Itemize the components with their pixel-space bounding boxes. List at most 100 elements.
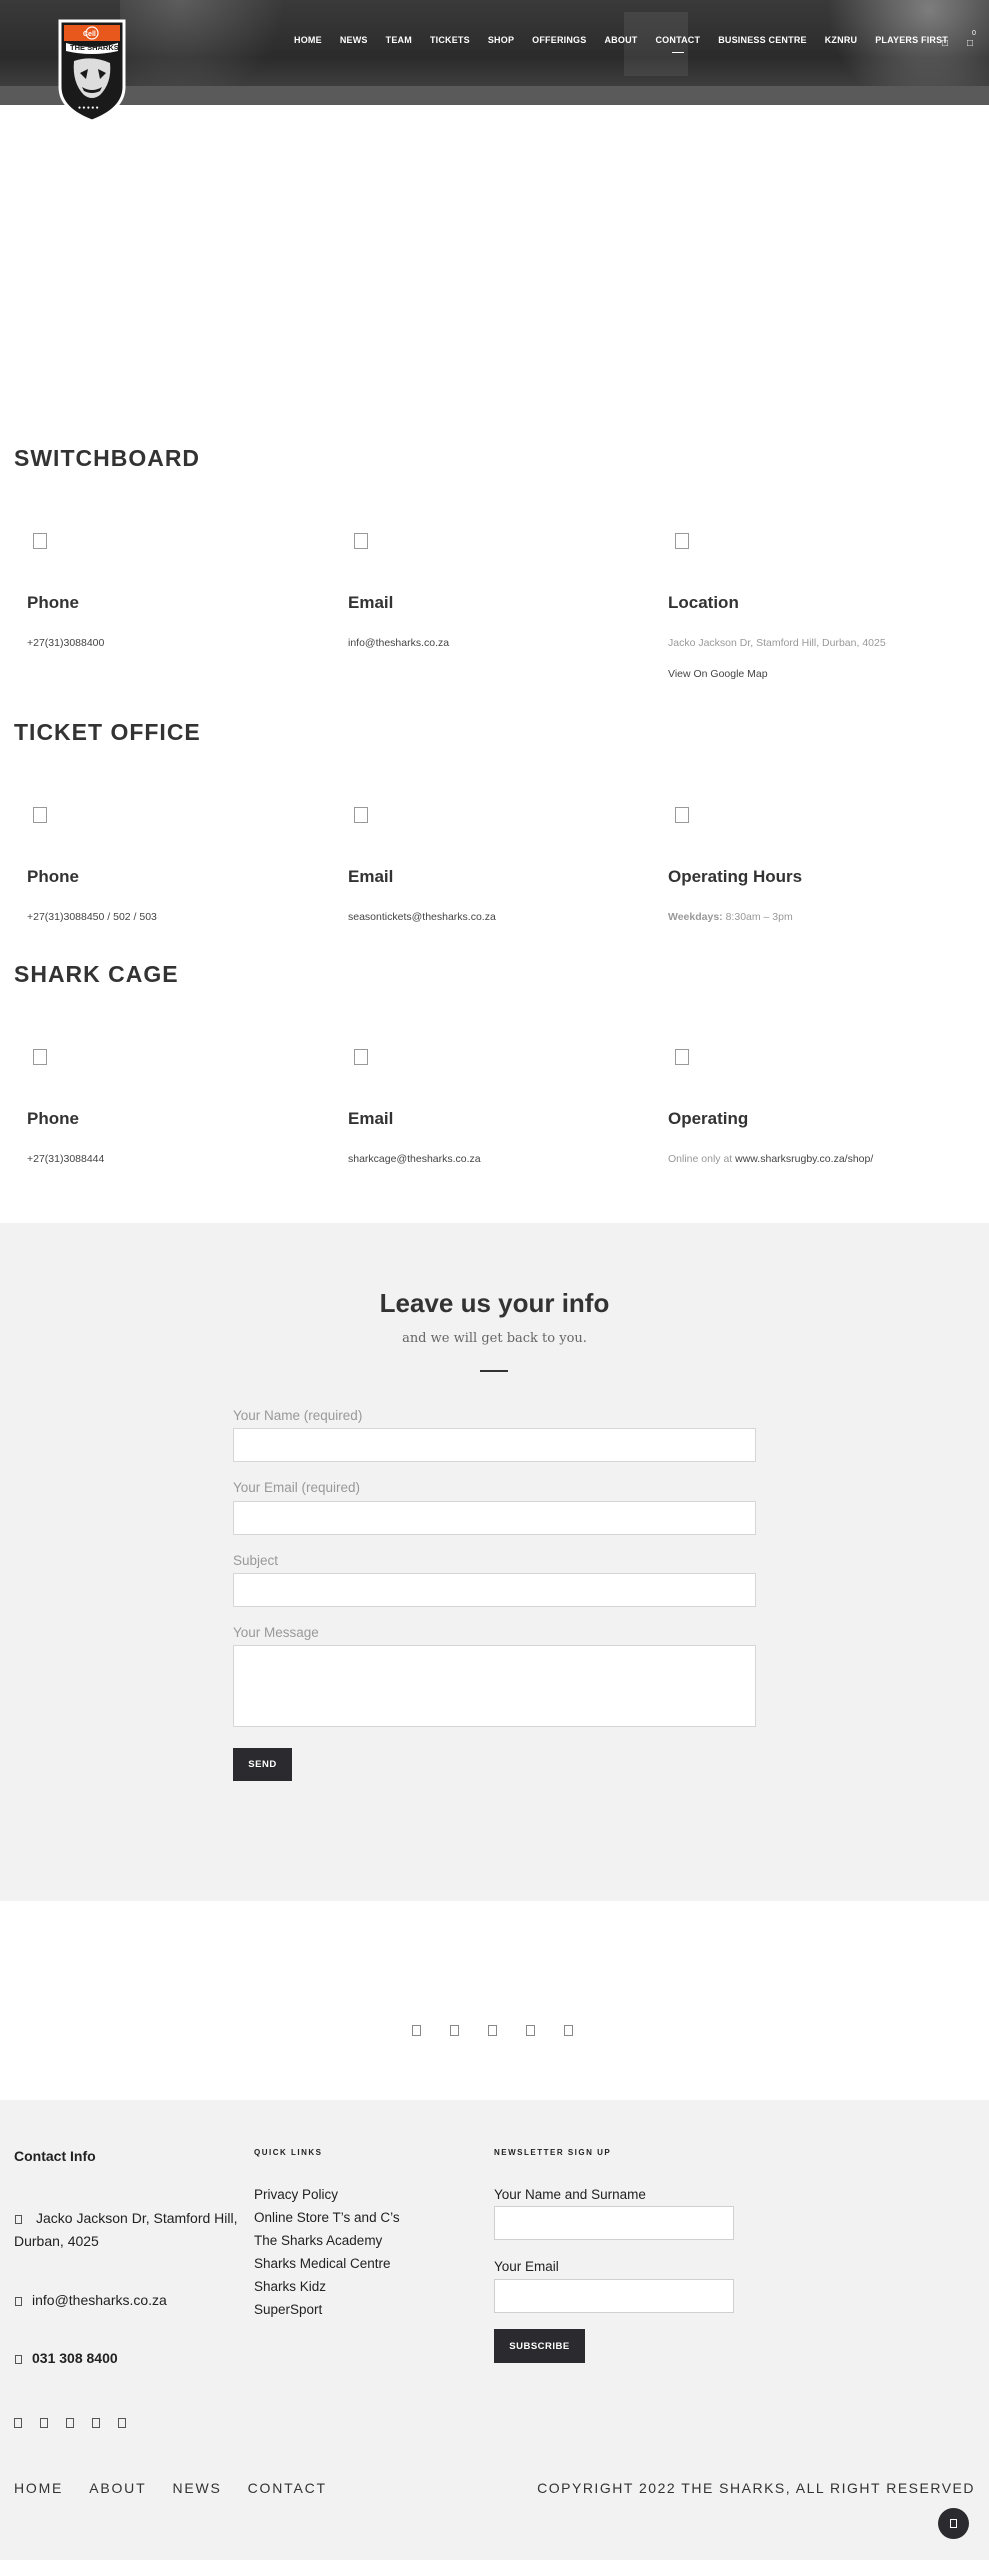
send-button[interactable]: SEND: [233, 1748, 292, 1781]
copyright-text: COPYRIGHT 2022 THE SHARKS, ALL RIGHT RES…: [537, 2480, 975, 2496]
link-online-store-terms[interactable]: Online Store T’s and C’s: [254, 2210, 400, 2225]
link-sharks-medical-centre[interactable]: Sharks Medical Centre: [254, 2256, 391, 2271]
section-title-shark-cage: SHARK CAGE: [14, 961, 179, 987]
footer-nav-contact[interactable]: CONTACT: [248, 2480, 327, 2496]
ticket-office-phone[interactable]: +27(31)3088450 / 502 / 503: [27, 911, 157, 923]
site-header: HOME NEWS TEAM TICKETS SHOP OFFERINGS AB…: [0, 0, 989, 105]
message-label: Your Message: [233, 1625, 319, 1640]
nav-team[interactable]: TEAM: [377, 34, 421, 46]
arrow-up-icon: [950, 2519, 957, 2528]
form-title: Leave us your info: [379, 1288, 610, 1318]
form-divider: [480, 1370, 508, 1372]
link-privacy-policy[interactable]: Privacy Policy: [254, 2187, 338, 2202]
newsletter-name-input[interactable]: [494, 2206, 734, 2240]
svg-text:● ● ● ● ●: ● ● ● ● ●: [78, 105, 99, 111]
envelope-icon: [15, 2297, 22, 2306]
newsletter-heading: NEWSLETTER SIGN UP: [494, 2148, 612, 2157]
weekdays-hours: 8:30am – 3pm: [725, 911, 793, 923]
link-sharks-academy[interactable]: The Sharks Academy: [254, 2233, 382, 2248]
sharks-logo[interactable]: Cell THE SHARKS ● ● ● ● ●: [56, 17, 128, 123]
nav-tickets[interactable]: TICKETS: [421, 34, 479, 46]
name-input[interactable]: [233, 1428, 756, 1462]
footer-email[interactable]: info@thesharks.co.za: [32, 2289, 167, 2312]
phone-icon: [33, 533, 47, 549]
linkedin-icon[interactable]: [564, 2025, 573, 2036]
section-title-switchboard: SWITCHBOARD: [14, 445, 201, 471]
shop-link[interactable]: www.sharksrugby.co.za/shop/: [735, 1153, 873, 1165]
instagram-icon[interactable]: [488, 2025, 497, 2036]
facebook-icon[interactable]: [14, 2418, 22, 2428]
subject-label: Subject: [233, 1553, 279, 1568]
instagram-icon[interactable]: [66, 2418, 74, 2428]
back-to-top-button[interactable]: [938, 2508, 969, 2539]
subject-input[interactable]: [233, 1573, 756, 1607]
quick-links-heading: QUICK LINKS: [254, 2148, 323, 2157]
phone-icon: [33, 807, 47, 823]
newsletter-email-label: Your Email: [494, 2259, 559, 2274]
footer-contact-heading: Contact Info: [14, 2148, 96, 2164]
main-nav: HOME NEWS TEAM TICKETS SHOP OFFERINGS AB…: [285, 34, 957, 53]
card-title-phone: Phone: [27, 593, 79, 612]
cart-count-badge: 0: [972, 30, 976, 37]
youtube-icon[interactable]: [92, 2418, 100, 2428]
message-textarea[interactable]: [233, 1645, 756, 1727]
footer-address: Jacko Jackson Dr, Stamford Hill, Durban,…: [14, 2210, 238, 2249]
section-title-ticket-office: TICKET OFFICE: [14, 719, 201, 745]
link-supersport[interactable]: SuperSport: [254, 2302, 322, 2317]
clock-icon: [675, 1049, 689, 1065]
link-sharks-kidz[interactable]: Sharks Kidz: [254, 2279, 326, 2294]
name-label: Your Name (required): [233, 1408, 363, 1423]
switchboard-email[interactable]: info@thesharks.co.za: [348, 637, 449, 649]
nav-business-centre[interactable]: BUSINESS CENTRE: [709, 34, 816, 46]
footer-nav-about[interactable]: ABOUT: [89, 2480, 146, 2496]
newsletter-name-label: Your Name and Surname: [494, 2187, 646, 2202]
nav-news[interactable]: NEWS: [331, 34, 377, 46]
nav-offerings[interactable]: OFFERINGS: [523, 34, 595, 46]
footer-phone[interactable]: 031 308 8400: [32, 2347, 118, 2370]
twitter-icon[interactable]: [40, 2418, 48, 2428]
card-title-email: Email: [348, 593, 394, 612]
footer-nav-home[interactable]: HOME: [14, 2480, 63, 2496]
shark-cage-phone[interactable]: +27(31)3088444: [27, 1153, 104, 1165]
svg-text:Cell: Cell: [83, 31, 96, 38]
card-title-operating-hours: Operating Hours: [668, 867, 803, 886]
subscribe-button[interactable]: SUBSCRIBE: [494, 2329, 585, 2363]
newsletter-email-input[interactable]: [494, 2279, 734, 2313]
form-subtitle: and we will get back to you.: [402, 1331, 587, 1346]
social-links: [412, 2025, 573, 2036]
google-map-link[interactable]: View On Google Map: [668, 668, 768, 680]
cart-icon[interactable]: □: [967, 38, 973, 49]
card-title-phone: Phone: [27, 1109, 79, 1128]
shark-cage-operating: Online only at www.sharksrugby.co.za/sho…: [668, 1153, 873, 1165]
email-icon: [354, 807, 368, 823]
card-title-email: Email: [348, 867, 394, 886]
search-icon[interactable]: □: [942, 38, 948, 49]
facebook-icon[interactable]: [412, 2025, 421, 2036]
header-band: [0, 86, 989, 105]
twitter-icon[interactable]: [450, 2025, 459, 2036]
phone-icon: [33, 1049, 47, 1065]
nav-shop[interactable]: SHOP: [479, 34, 523, 46]
email-icon: [354, 1049, 368, 1065]
switchboard-phone[interactable]: +27(31)3088400: [27, 637, 104, 649]
footer-nav-news[interactable]: NEWS: [172, 2480, 221, 2496]
nav-contact[interactable]: CONTACT: [646, 34, 709, 53]
ticket-office-email[interactable]: seasontickets@thesharks.co.za: [348, 911, 496, 923]
email-label: Your Email (required): [233, 1480, 361, 1495]
youtube-icon[interactable]: [526, 2025, 535, 2036]
nav-kznru[interactable]: KZNRU: [816, 34, 867, 46]
shark-cage-email[interactable]: sharkcage@thesharks.co.za: [348, 1153, 481, 1165]
online-only-label: Online only at: [668, 1153, 733, 1165]
card-title-location: Location: [668, 593, 739, 612]
email-input[interactable]: [233, 1501, 756, 1535]
card-title-operating: Operating: [668, 1109, 749, 1128]
email-icon: [354, 533, 368, 549]
nav-about[interactable]: ABOUT: [595, 34, 646, 46]
location-icon: [675, 533, 689, 549]
weekdays-label: Weekdays:: [668, 911, 723, 923]
footer-social-links: [14, 2418, 126, 2428]
switchboard-address: Jacko Jackson Dr, Stamford Hill, Durban,…: [668, 637, 886, 649]
linkedin-icon[interactable]: [118, 2418, 126, 2428]
nav-home[interactable]: HOME: [285, 34, 331, 46]
contact-form-section: Leave us your info and we will get back …: [0, 1223, 989, 1901]
